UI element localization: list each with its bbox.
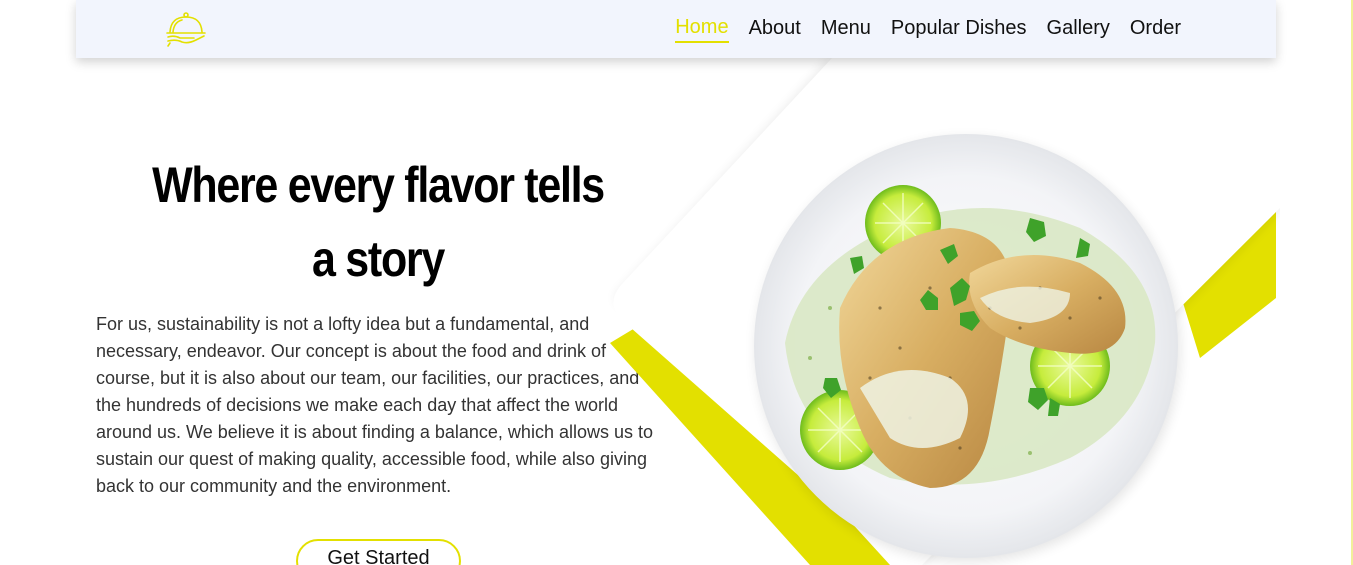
nav-menu: Home About Menu Popular Dishes Gallery O… <box>675 0 1181 58</box>
hero-image <box>600 58 1280 565</box>
hero-description: For us, sustainability is not a lofty id… <box>96 314 653 496</box>
nav-about[interactable]: About <box>749 16 801 42</box>
navbar: Home About Menu Popular Dishes Gallery O… <box>76 0 1276 58</box>
nav-home[interactable]: Home <box>675 15 729 43</box>
nav-menu-link[interactable]: Menu <box>821 16 871 42</box>
nav-gallery[interactable]: Gallery <box>1047 16 1110 42</box>
hero-title: Where every flavor tells a story <box>152 157 605 287</box>
nav-order[interactable]: Order <box>1130 16 1181 42</box>
nav-popular-dishes[interactable]: Popular Dishes <box>891 16 1027 42</box>
get-started-button[interactable]: Get Started <box>296 539 461 565</box>
serving-cloche-icon[interactable] <box>164 8 208 50</box>
